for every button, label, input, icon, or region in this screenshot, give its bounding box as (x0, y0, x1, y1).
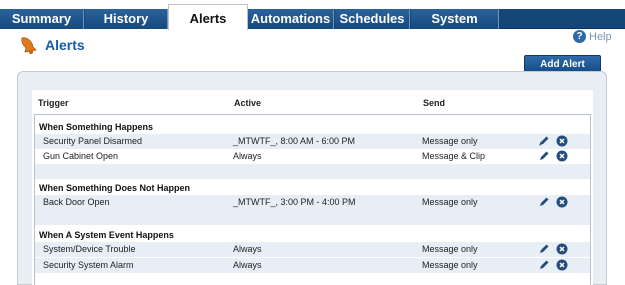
page-title: Alerts (45, 37, 85, 53)
alert-row[interactable]: Gun Cabinet Open Always Message & Clip (35, 149, 590, 164)
tab-bar: Summary History Alerts Automations Sched… (0, 0, 625, 30)
active-cell: _MTWTF_, 3:00 PM - 4:00 PM (233, 197, 356, 207)
trigger-cell: Gun Cabinet Open (43, 151, 119, 161)
column-headers: Trigger Active Send (32, 90, 593, 112)
group-title: When Something Happens (39, 122, 154, 132)
pencil-icon[interactable] (538, 196, 550, 208)
tab-automations[interactable]: Automations (248, 9, 334, 29)
active-cell: Always (233, 244, 262, 254)
tab-history[interactable]: History (85, 9, 168, 29)
group-title: When Something Does Not Happen (39, 183, 191, 193)
pencil-icon[interactable] (538, 135, 550, 147)
alert-row[interactable]: System/Device Trouble Always Message onl… (35, 242, 590, 257)
question-circle-icon: ? (573, 30, 586, 43)
send-cell: Message only (422, 260, 478, 270)
group-title: When A System Event Happens (39, 230, 174, 240)
help-label: Help (589, 30, 612, 43)
tab-alerts[interactable]: Alerts (168, 4, 248, 30)
alert-row[interactable]: Security System Alarm Always Message onl… (35, 258, 590, 273)
trigger-cell: Security Panel Disarmed (43, 136, 143, 146)
close-circle-icon[interactable] (556, 196, 568, 208)
add-alert-button[interactable]: Add Alert (524, 55, 601, 72)
close-circle-icon[interactable] (556, 243, 568, 255)
trigger-cell: Back Door Open (43, 197, 110, 207)
alert-row[interactable]: Security Panel Disarmed _MTWTF_, 8:00 AM… (35, 134, 590, 149)
column-header-active: Active (234, 98, 262, 108)
active-cell: Always (233, 260, 262, 270)
column-header-send: Send (423, 98, 446, 108)
tab-system[interactable]: System (411, 9, 499, 29)
column-header-trigger: Trigger (38, 98, 69, 108)
pencil-icon[interactable] (538, 259, 550, 271)
tab-summary[interactable]: Summary (0, 9, 84, 29)
active-cell: Always (233, 151, 262, 161)
trigger-cell: System/Device Trouble (43, 244, 136, 254)
send-cell: Message only (422, 197, 478, 207)
active-cell: _MTWTF_, 8:00 AM - 6:00 PM (233, 136, 356, 146)
alert-row[interactable]: Back Door Open _MTWTF_, 3:00 PM - 4:00 P… (35, 195, 590, 210)
page-header: Alerts (19, 35, 85, 55)
alert-list: When Something Happens Security Panel Di… (34, 114, 591, 285)
close-circle-icon[interactable] (556, 135, 568, 147)
send-cell: Message only (422, 136, 478, 146)
send-cell: Message only (422, 244, 478, 254)
alerts-table: Trigger Active Send When Something Happe… (32, 90, 593, 285)
pencil-icon[interactable] (538, 243, 550, 255)
close-circle-icon[interactable] (556, 259, 568, 271)
bell-icon (21, 37, 37, 54)
trigger-cell: Security System Alarm (43, 260, 134, 270)
tab-schedules[interactable]: Schedules (335, 9, 410, 29)
send-cell: Message & Clip (422, 151, 486, 161)
group-spacer (35, 210, 590, 225)
close-circle-icon[interactable] (556, 150, 568, 162)
pencil-icon[interactable] (538, 150, 550, 162)
group-spacer (35, 164, 590, 179)
help-link[interactable]: ? Help (573, 30, 612, 43)
